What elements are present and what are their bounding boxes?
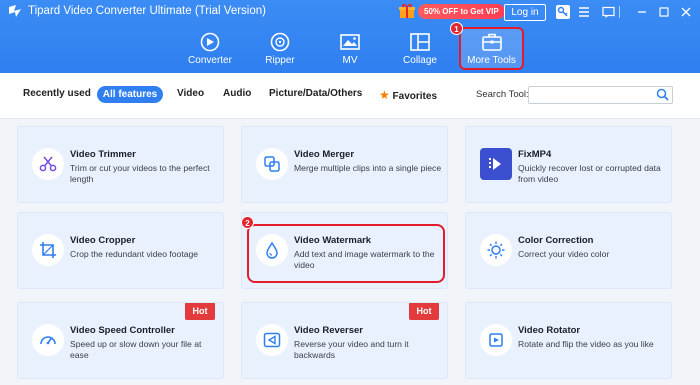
crop-icon xyxy=(32,234,64,266)
card-desc: Merge multiple clips into a single piece xyxy=(294,163,442,173)
card-title: Video Cropper xyxy=(70,235,136,246)
filter-favorites[interactable]: ★ Favorites xyxy=(379,88,437,102)
filter-recently-used[interactable]: Recently used xyxy=(23,88,91,99)
rotate-icon xyxy=(480,324,512,356)
hot-badge: Hot xyxy=(409,303,439,320)
video-watermark-highlight xyxy=(247,224,445,283)
reverse-icon xyxy=(256,324,288,356)
card-title: Video Merger xyxy=(294,149,355,160)
nav-mv[interactable]: MV xyxy=(318,26,382,72)
scissors-icon xyxy=(32,148,64,180)
card-title: Video Speed Controller xyxy=(70,325,175,336)
card-desc: Rotate and flip the video as you like xyxy=(518,339,654,349)
search-label: Search Tool: xyxy=(476,89,529,100)
tool-card-fixmp4[interactable]: FixMP4 Quickly recover lost or corrupted… xyxy=(465,126,672,203)
nav-label: Converter xyxy=(188,55,232,66)
card-title: Color Correction xyxy=(518,235,594,246)
mv-icon xyxy=(340,34,360,50)
gift-icon[interactable] xyxy=(398,2,416,20)
more-tools-highlight xyxy=(459,27,524,70)
nav-ripper[interactable]: Ripper xyxy=(248,26,312,72)
filter-picture-data-others[interactable]: Picture/Data/Others xyxy=(269,88,362,99)
tool-card-video-reverser[interactable]: Video Reverser Reverse your video and tu… xyxy=(241,302,448,379)
nav-converter[interactable]: Converter xyxy=(178,26,242,72)
converter-icon xyxy=(200,32,220,52)
window-title: Tipard Video Converter Ultimate (Trial V… xyxy=(28,5,266,17)
minimize-icon[interactable] xyxy=(634,4,650,20)
favorites-label: Favorites xyxy=(392,91,438,102)
color-correction-icon xyxy=(480,234,512,266)
title-bar: Tipard Video Converter Ultimate (Trial V… xyxy=(0,0,700,24)
speed-icon xyxy=(32,324,64,356)
fixmp4-icon xyxy=(480,148,512,180)
menu-icon[interactable] xyxy=(576,4,592,20)
filter-audio[interactable]: Audio xyxy=(223,88,251,99)
search-input[interactable] xyxy=(528,86,673,104)
tool-card-video-speed-controller[interactable]: Video Speed Controller Speed up or slow … xyxy=(17,302,224,379)
divider xyxy=(615,4,625,20)
nav-collage[interactable]: Collage xyxy=(388,26,452,72)
hot-badge: Hot xyxy=(185,303,215,320)
tool-card-video-rotator[interactable]: Video Rotator Rotate and flip the video … xyxy=(465,302,672,379)
filter-bar: Recently used All features Video Audio P… xyxy=(0,73,700,119)
step-badge-1: 1 xyxy=(450,22,463,35)
login-button[interactable]: Log in xyxy=(504,4,546,21)
card-desc: Crop the redundant video footage xyxy=(70,249,199,259)
step-badge-2: 2 xyxy=(241,216,254,229)
tool-card-video-trimmer[interactable]: Video Trimmer Trim or cut your videos to… xyxy=(17,126,224,203)
main-nav: Converter Ripper MV Collage More Tools xyxy=(0,26,700,72)
card-desc: Speed up or slow down your file at ease xyxy=(70,339,202,360)
nav-label: Collage xyxy=(403,55,437,66)
card-desc: Quickly recover lost or corrupted data f… xyxy=(518,163,661,184)
tool-card-video-cropper[interactable]: Video Cropper Crop the redundant video f… xyxy=(17,212,224,289)
maximize-icon[interactable] xyxy=(656,4,672,20)
feedback-icon[interactable] xyxy=(600,4,616,20)
app-logo-icon xyxy=(9,5,21,17)
card-title: Video Trimmer xyxy=(70,149,136,160)
merge-icon xyxy=(256,148,288,180)
tool-card-color-correction[interactable]: Color Correction Correct your video colo… xyxy=(465,212,672,289)
nav-label: MV xyxy=(342,55,358,66)
filter-all-features[interactable]: All features xyxy=(97,86,163,103)
filter-video[interactable]: Video xyxy=(177,88,204,99)
star-icon: ★ xyxy=(379,88,390,102)
ripper-icon xyxy=(270,32,290,52)
card-title: Video Reverser xyxy=(294,325,364,336)
collage-icon xyxy=(410,33,430,51)
promo-button[interactable]: 50% OFF to Get VIP xyxy=(418,4,505,19)
search-icon[interactable] xyxy=(656,88,669,101)
app-header: Tipard Video Converter Ultimate (Trial V… xyxy=(0,0,700,73)
card-desc: Reverse your video and turn it backwards xyxy=(294,339,409,360)
card-title: FixMP4 xyxy=(518,149,552,160)
card-desc: Trim or cut your videos to the perfect l… xyxy=(70,163,210,184)
card-desc: Correct your video color xyxy=(518,249,610,259)
key-icon[interactable] xyxy=(555,4,571,20)
card-title: Video Rotator xyxy=(518,325,581,336)
nav-label: Ripper xyxy=(265,55,295,66)
tool-card-video-merger[interactable]: Video Merger Merge multiple clips into a… xyxy=(241,126,448,203)
close-icon[interactable] xyxy=(678,4,694,20)
